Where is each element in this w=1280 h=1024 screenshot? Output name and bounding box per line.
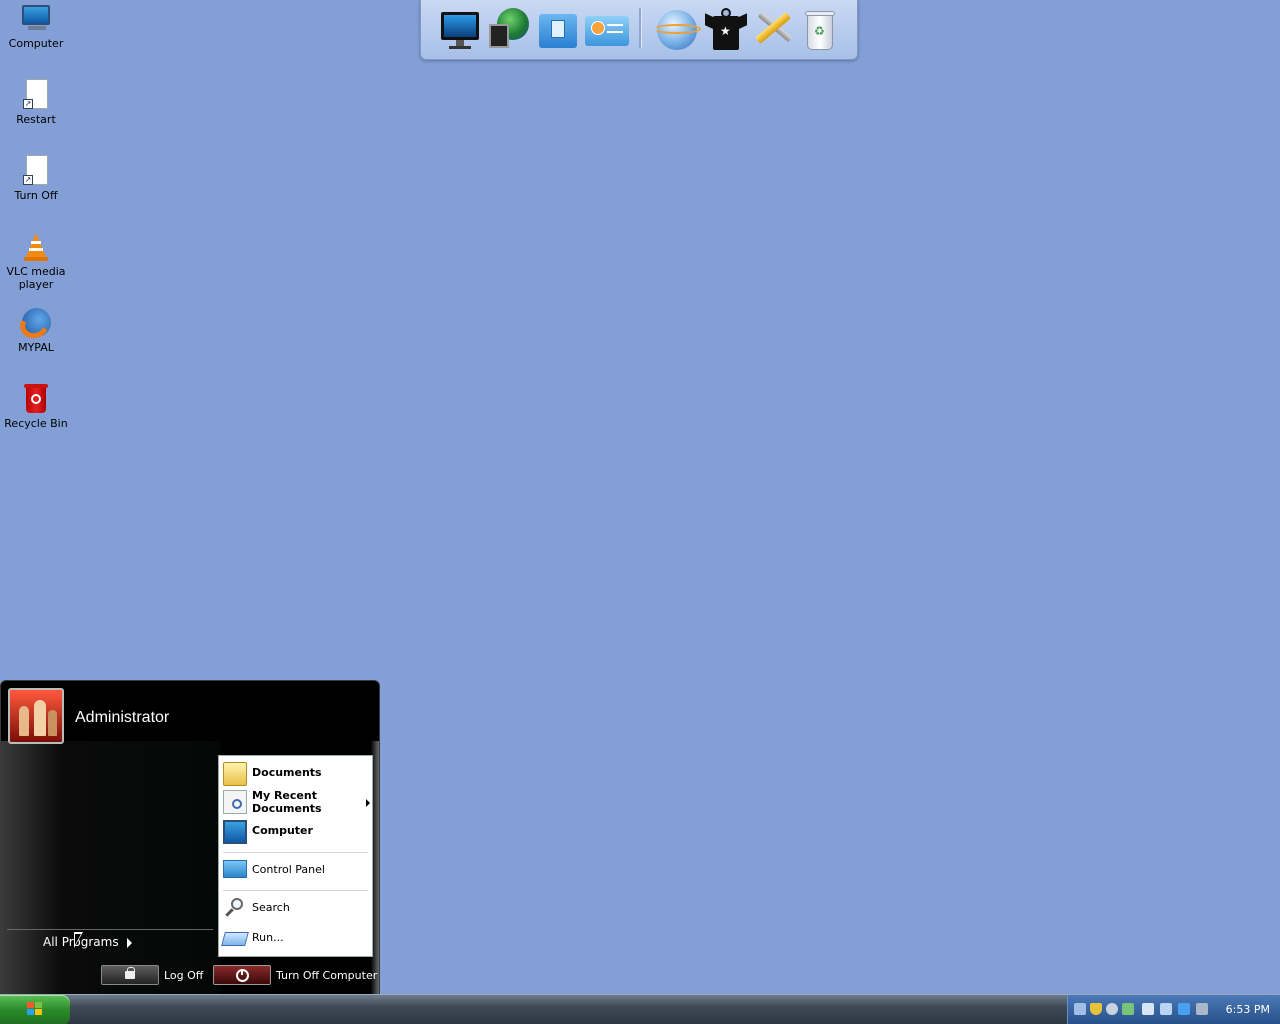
- control-panel-icon[interactable]: [583, 6, 629, 52]
- place-my-recent-documents[interactable]: My Recent Documents: [223, 788, 370, 816]
- network-globe-icon[interactable]: [487, 6, 533, 52]
- folder-icon[interactable]: [535, 6, 581, 52]
- start-menu-divider: [7, 929, 213, 930]
- desktop-icon-label: VLC media player: [6, 265, 66, 291]
- desktop-icon-label: Restart: [16, 113, 56, 126]
- desktop-icon-computer[interactable]: Computer: [0, 3, 72, 50]
- log-off-button[interactable]: [101, 965, 159, 985]
- place-label: Computer: [252, 824, 313, 837]
- control-panel-icon: [223, 860, 247, 878]
- shortcut-file-icon: ↗: [20, 155, 52, 187]
- monitor-icon[interactable]: [437, 6, 483, 52]
- place-label: My Recent Documents: [252, 789, 322, 815]
- security-shield-icon[interactable]: [1090, 1003, 1102, 1015]
- desktop-icon-label: Recycle Bin: [4, 417, 68, 430]
- clock[interactable]: 6:53 PM: [1226, 1003, 1270, 1016]
- computer-icon: [223, 820, 247, 844]
- places-panel: Documents My Recent Documents Computer C…: [218, 755, 373, 957]
- vlc-cone-icon: [20, 231, 52, 263]
- browser-globe-icon: [16, 307, 53, 343]
- documents-folder-icon: [223, 762, 247, 786]
- place-computer[interactable]: Computer: [223, 820, 368, 844]
- start-menu: Administrator Documents My Recent Docume…: [0, 680, 380, 996]
- start-button[interactable]: [0, 995, 70, 1024]
- avatar[interactable]: [8, 688, 64, 744]
- mouse-cursor-icon: [74, 932, 83, 948]
- dock: ★ ♻: [420, 0, 858, 60]
- tray-window-icon[interactable]: [1178, 1003, 1190, 1015]
- desktop-icon-recycle-bin[interactable]: Recycle Bin: [0, 383, 72, 430]
- place-search[interactable]: Search: [223, 896, 368, 920]
- place-label: Control Panel: [252, 863, 325, 876]
- antivirus-icon[interactable]: [1106, 1003, 1118, 1015]
- desktop-icon-vlc[interactable]: VLC media player: [0, 231, 72, 291]
- place-label: Search: [252, 901, 290, 914]
- dock-separator: [639, 8, 642, 48]
- display-icon[interactable]: [1160, 1003, 1172, 1015]
- network-icon[interactable]: [1074, 1003, 1086, 1015]
- system-tray: 6:53 PM: [1067, 995, 1280, 1024]
- places-separator: [223, 890, 368, 891]
- turn-off-button[interactable]: [213, 965, 271, 985]
- windows-logo-icon: [27, 1002, 43, 1016]
- user-name: Administrator: [75, 709, 170, 726]
- run-icon: [221, 932, 249, 946]
- desktop-icon-turn-off[interactable]: ↗ Turn Off: [0, 155, 72, 202]
- place-label: Documents: [252, 766, 322, 779]
- safely-remove-icon[interactable]: [1122, 1003, 1134, 1015]
- submenu-arrow-icon: [366, 799, 370, 807]
- power-icon: [236, 969, 249, 982]
- place-documents[interactable]: Documents: [223, 762, 368, 786]
- search-icon: [223, 896, 247, 920]
- desktop-icon-restart[interactable]: ↗ Restart: [0, 79, 72, 126]
- taskbar: 6:53 PM: [0, 994, 1280, 1024]
- places-separator: [223, 852, 368, 853]
- shortcut-file-icon: ↗: [20, 79, 52, 111]
- tools-icon[interactable]: [749, 6, 795, 52]
- tray-app-icon[interactable]: [1142, 1003, 1154, 1015]
- place-run[interactable]: Run...: [221, 928, 368, 950]
- volume-icon[interactable]: [1196, 1003, 1208, 1015]
- desktop-icon-mypal[interactable]: MYPAL: [0, 307, 72, 354]
- log-off-label[interactable]: Log Off: [164, 969, 203, 982]
- turn-off-label[interactable]: Turn Off Computer: [276, 969, 377, 982]
- trash-icon[interactable]: ♻: [797, 6, 843, 52]
- desktop-icon-label: MYPAL: [18, 341, 54, 354]
- computer-icon: [20, 3, 52, 35]
- recent-documents-icon: [223, 790, 247, 814]
- recycle-bin-icon: [20, 383, 52, 415]
- world-icon[interactable]: [653, 6, 701, 52]
- lock-icon: [125, 967, 135, 979]
- chevron-right-icon: [126, 937, 132, 948]
- desktop-icon-label: Turn Off: [14, 189, 58, 202]
- place-label: Run...: [252, 931, 284, 944]
- place-control-panel[interactable]: Control Panel: [223, 858, 368, 882]
- tshirt-icon[interactable]: ★: [703, 6, 749, 52]
- desktop-icon-label: Computer: [8, 37, 64, 50]
- all-programs-button[interactable]: All Programs: [43, 935, 132, 949]
